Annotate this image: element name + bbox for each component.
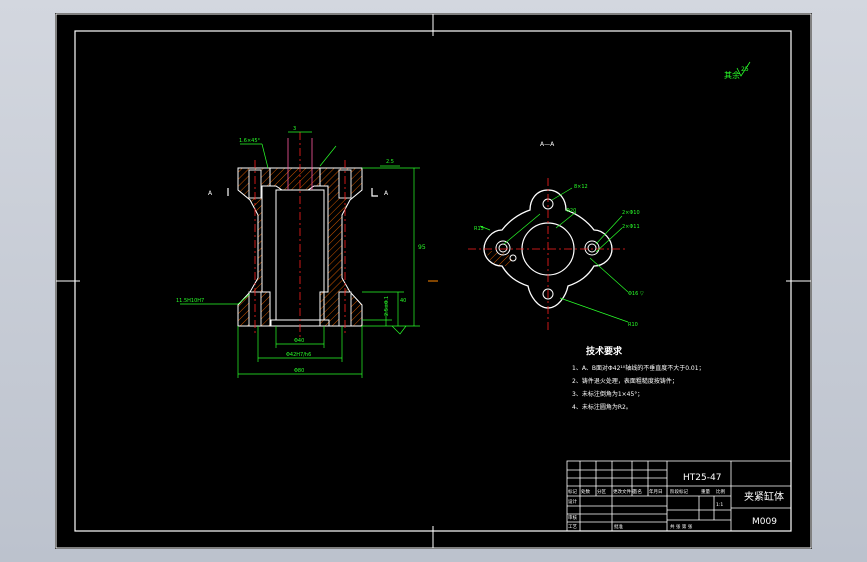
svg-text:8×12: 8×12	[574, 184, 588, 190]
cad-viewport[interactable]: 其余 25 A A 1.6×45° 3 2.5 95 11.5H10H7 40 …	[0, 0, 867, 562]
svg-text:技术要求: 技术要求	[586, 345, 623, 357]
svg-text:1.6×45°: 1.6×45°	[239, 138, 261, 144]
svg-text:11.5H10H7: 11.5H10H7	[176, 298, 204, 304]
svg-text:Φ40: Φ40	[294, 338, 304, 344]
svg-text:R10: R10	[628, 322, 638, 328]
svg-text:处数: 处数	[581, 488, 590, 495]
svg-text:其余: 其余	[724, 70, 740, 80]
svg-text:重量: 重量	[701, 488, 710, 495]
svg-text:分区: 分区	[597, 488, 606, 495]
svg-text:4、未标注圆角为R2。: 4、未标注圆角为R2。	[572, 403, 632, 411]
svg-text:Φ16 ▽: Φ16 ▽	[628, 291, 644, 297]
svg-text:2、铸件退火处理，表面粗糙度按铸件；: 2、铸件退火处理，表面粗糙度按铸件；	[572, 377, 678, 385]
svg-text:工艺: 工艺	[568, 524, 577, 530]
svg-text:2.5±0.1: 2.5±0.1	[384, 296, 390, 316]
svg-text:Φ20: Φ20	[566, 208, 576, 214]
svg-text:2.5: 2.5	[386, 159, 394, 165]
svg-text:比例: 比例	[716, 488, 725, 495]
svg-text:批准: 批准	[614, 523, 623, 530]
svg-text:设计: 设计	[568, 498, 577, 505]
svg-text:阶段标记: 阶段标记	[670, 488, 688, 495]
svg-text:1、A、B面对Φ42¹⁰轴线的不垂直度不大于0.01；: 1、A、B面对Φ42¹⁰轴线的不垂直度不大于0.01；	[572, 364, 705, 372]
svg-text:1:1: 1:1	[716, 502, 723, 508]
svg-text:3、未标注倒角为1×45°；: 3、未标注倒角为1×45°；	[572, 390, 643, 398]
svg-text:40: 40	[400, 298, 406, 304]
svg-text:标记: 标记	[568, 488, 577, 495]
svg-text:共 张 第 张: 共 张 第 张	[670, 523, 693, 530]
svg-text:年月日: 年月日	[649, 488, 663, 495]
svg-text:签名: 签名	[633, 488, 642, 495]
svg-text:R15: R15	[474, 226, 484, 232]
svg-text:Φ42H7/h6: Φ42H7/h6	[286, 352, 311, 358]
svg-text:2×Φ10: 2×Φ10	[622, 210, 640, 216]
svg-text:2×Φ11: 2×Φ11	[622, 224, 640, 230]
svg-text:M009: M009	[752, 517, 777, 527]
svg-text:审核: 审核	[568, 514, 577, 521]
svg-text:HT25-47: HT25-47	[683, 473, 721, 483]
svg-text:Φ80: Φ80	[294, 368, 304, 374]
svg-text:3: 3	[293, 126, 296, 132]
drawing-canvas[interactable]: 其余 25 A A 1.6×45° 3 2.5 95 11.5H10H7 40 …	[0, 0, 867, 562]
svg-text:95: 95	[418, 244, 426, 251]
svg-text:夹紧缸体: 夹紧缸体	[744, 490, 784, 503]
svg-text:A—A: A—A	[540, 141, 555, 148]
